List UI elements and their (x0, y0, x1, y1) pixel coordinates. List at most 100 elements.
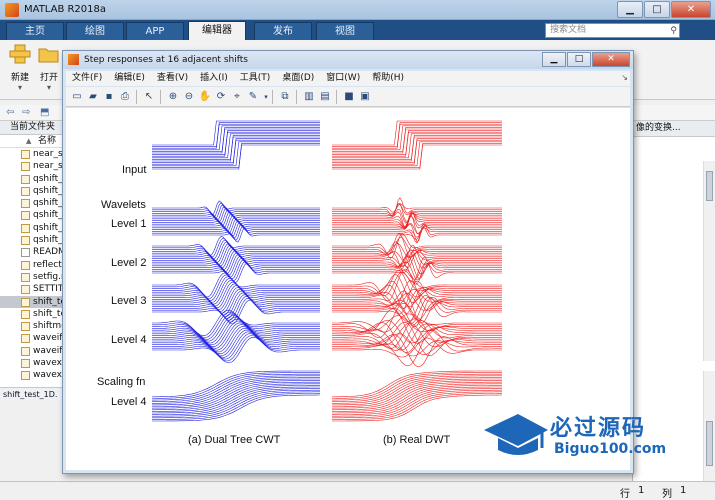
tab-publish[interactable]: 发布 (254, 22, 312, 40)
wavelet-response-line (152, 203, 320, 220)
figure-maximize-button[interactable]: □ (567, 52, 591, 67)
row-value: 1 (638, 485, 645, 496)
menu-help[interactable]: 帮助(H) (366, 71, 410, 86)
input-step-line (332, 122, 502, 147)
scroll-thumb[interactable] (706, 171, 713, 201)
tab-view[interactable]: 视图 (316, 22, 374, 40)
menu-file[interactable]: 文件(F) (66, 71, 108, 86)
file-list-item[interactable]: qshift_ (0, 222, 62, 234)
wavelet-response-line (152, 225, 320, 241)
brush-icon[interactable]: ✎ (246, 90, 260, 104)
back-arrow-icon[interactable]: ⇦ (6, 107, 14, 118)
text-file-icon (21, 248, 30, 258)
toolbar-separator (160, 90, 161, 104)
maximize-button[interactable]: □ (644, 1, 670, 18)
file-list-item[interactable]: qshift_ (0, 173, 62, 185)
wavelet-response-line (152, 297, 320, 323)
file-list-item[interactable]: shift_te (0, 308, 62, 320)
row-label-level3: Level 3 (111, 295, 147, 307)
data-cursor-icon[interactable]: ⌖ (230, 90, 244, 104)
close-button[interactable]: ✕ (671, 1, 711, 18)
zoom-out-icon[interactable]: ⊖ (182, 90, 196, 104)
up-folder-icon[interactable]: ⬒ (40, 107, 49, 118)
m-file-icon (21, 150, 30, 159)
input-step-line (152, 139, 320, 165)
scrollbar[interactable] (703, 371, 715, 481)
input-step-line (332, 125, 502, 151)
hide-plot-tools-icon[interactable]: ■ (342, 90, 356, 104)
new-label: 新建 (10, 73, 29, 83)
file-list-item[interactable]: waveifi (0, 332, 62, 344)
scroll-thumb[interactable] (706, 421, 713, 466)
file-list-item[interactable]: reflect. (0, 259, 62, 271)
dock-arrow-icon[interactable]: ↘ (621, 73, 628, 82)
current-folder-panel: 当前文件夹 ▲ 名称 near_s near_s qshift_ qshift_ qsh… (0, 121, 63, 401)
file-name: READM (33, 247, 62, 258)
wavelet-response-line (152, 221, 320, 238)
file-list-item[interactable]: shift_te (0, 295, 62, 308)
new-figure-icon[interactable]: ▭ (70, 90, 84, 104)
minimize-button[interactable]: ▁ (617, 1, 643, 18)
tab-apps[interactable]: APP (126, 22, 184, 40)
status-bar: 行 1 列 1 (0, 481, 715, 500)
tab-plots[interactable]: 绘图 (66, 22, 124, 40)
open-button[interactable]: 打开 ▾ (34, 44, 64, 92)
menu-edit[interactable]: 编辑(E) (108, 71, 151, 86)
wavelet-response-line (152, 254, 320, 274)
input-step-line (152, 125, 320, 151)
print-icon[interactable]: ⎙ (118, 90, 132, 104)
tab-editor[interactable]: 编辑器 (188, 21, 246, 40)
details-bar[interactable]: shift_test_1D. (0, 387, 63, 401)
file-name: SETTIT (33, 284, 62, 295)
file-list-item[interactable]: wavext (0, 369, 62, 381)
m-file-icon (21, 371, 30, 381)
new-button[interactable]: 新建 ▾ (5, 44, 35, 92)
chevron-down-icon[interactable]: ▾ (259, 90, 273, 104)
file-name: qshift_ (33, 210, 62, 221)
figure-minimize-button[interactable]: ▁ (542, 52, 566, 67)
file-list-item[interactable]: wavext (0, 357, 62, 369)
show-plot-tools-icon[interactable]: ▣ (358, 90, 372, 104)
tab-home[interactable]: 主页 (6, 22, 64, 40)
m-file-icon (21, 346, 30, 356)
scrollbar[interactable] (703, 161, 715, 361)
file-list-item[interactable]: qshift_ (0, 209, 62, 221)
panel-title: 当前文件夹 (0, 121, 62, 135)
file-list-item[interactable]: qshift_ (0, 197, 62, 209)
zoom-in-icon[interactable]: ⊕ (166, 90, 180, 104)
file-name: qshift_ (33, 185, 62, 196)
save-icon[interactable]: ▪ (102, 90, 116, 104)
column-header-name[interactable]: ▲ 名称 (0, 135, 62, 148)
file-list-item[interactable]: SETTIT (0, 283, 62, 295)
colorbar-icon[interactable]: ▥ (302, 90, 316, 104)
file-name: wavext (33, 358, 62, 369)
open-file-icon[interactable]: ▰ (86, 90, 100, 104)
pointer-icon[interactable]: ↖ (142, 90, 156, 104)
file-list-item[interactable]: shiftme (0, 320, 62, 332)
legend-icon[interactable]: ▤ (318, 90, 332, 104)
pan-hand-icon[interactable]: ✋ (198, 90, 212, 104)
file-list-item[interactable]: waveifi (0, 345, 62, 357)
wavelet-response-line (152, 202, 320, 218)
file-list-item[interactable]: near_s (0, 148, 62, 160)
file-list-item[interactable]: qshift_ (0, 185, 62, 197)
file-name: qshift_ (33, 235, 62, 246)
file-list-item[interactable]: READM (0, 246, 62, 258)
file-list-item[interactable]: setfig.r (0, 271, 62, 283)
toolbar-separator (296, 90, 297, 104)
figure-close-button[interactable]: ✕ (592, 52, 630, 67)
menu-insert[interactable]: 插入(I) (194, 71, 234, 86)
menu-tools[interactable]: 工具(T) (234, 71, 277, 86)
menu-desktop[interactable]: 桌面(D) (276, 71, 320, 86)
rotate-3d-icon[interactable]: ⟳ (214, 90, 228, 104)
forward-arrow-icon[interactable]: ⇨ (22, 107, 30, 118)
file-list-item[interactable]: near_s (0, 160, 62, 172)
search-documentation-input[interactable]: 搜索文档 ⚲ (545, 23, 680, 38)
m-file-icon (21, 162, 30, 172)
graduation-cap-logo (484, 414, 548, 455)
file-list-item[interactable]: qshift_ (0, 234, 62, 246)
search-placeholder: 搜索文档 (550, 25, 587, 35)
menu-view[interactable]: 查看(V) (151, 71, 194, 86)
menu-window[interactable]: 窗口(W) (320, 71, 366, 86)
link-plot-icon[interactable]: ⧉ (278, 90, 292, 104)
